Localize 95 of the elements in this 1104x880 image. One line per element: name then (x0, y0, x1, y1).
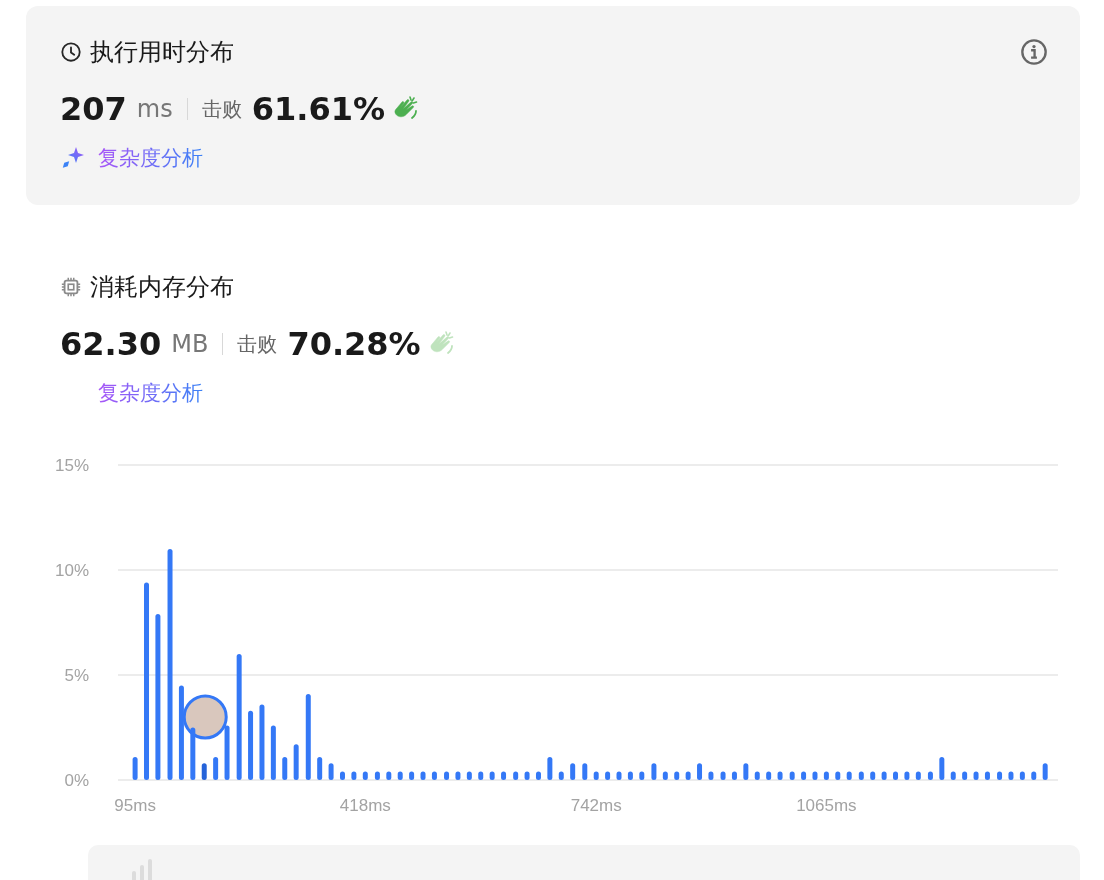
histogram-bar (328, 763, 334, 780)
histogram-bar (386, 771, 392, 780)
histogram-bar (444, 771, 450, 780)
y-axis-label: 5% (64, 666, 89, 685)
x-axis-label: 742ms (570, 796, 622, 815)
beats-percent: 61.61% (251, 90, 385, 128)
x-axis-label: 418ms (339, 796, 391, 815)
beats-label: 击败 (201, 95, 242, 123)
histogram-bar (535, 771, 541, 780)
histogram-bar (708, 771, 714, 780)
histogram-bar (374, 771, 380, 780)
y-axis-label: 15% (54, 456, 89, 475)
histogram-bar (547, 756, 553, 780)
histogram-bar (627, 771, 633, 780)
histogram-bar (1008, 771, 1014, 780)
beats-label: 击败 (237, 330, 278, 358)
histogram-bar (340, 771, 345, 780)
stat-value: 62.30 (60, 325, 162, 363)
histogram-bar (317, 756, 323, 780)
histogram-bar (213, 756, 219, 780)
histogram-bar (927, 771, 933, 780)
chip-icon (60, 276, 82, 298)
histogram-bar (858, 771, 864, 780)
histogram-bar (823, 771, 829, 780)
histogram-bar (190, 727, 196, 780)
histogram-bar (605, 771, 611, 780)
histogram-bar (789, 771, 795, 780)
histogram-bar (362, 771, 368, 780)
histogram-bar (997, 771, 1003, 780)
histogram-bar (812, 771, 818, 780)
histogram-bar (915, 771, 921, 780)
histogram-bar (720, 771, 726, 780)
histogram-bar (420, 771, 426, 780)
histogram-bar (984, 771, 990, 780)
histogram-bar (651, 763, 657, 780)
histogram-bar (939, 756, 945, 780)
y-axis-label: 0% (64, 771, 89, 790)
histogram-bar (431, 771, 437, 780)
histogram-bar (893, 771, 898, 780)
histogram-bar (501, 771, 507, 780)
histogram-bar (881, 771, 887, 780)
histogram-bar (466, 771, 472, 780)
histogram-bar (132, 756, 138, 780)
histogram-bar (397, 771, 403, 780)
y-axis-label: 10% (54, 561, 89, 580)
histogram-bar (524, 771, 530, 780)
clock-icon (60, 41, 82, 63)
histogram-bar (409, 771, 415, 780)
histogram-bar (293, 744, 299, 780)
histogram-bar (754, 771, 760, 780)
histogram-bar (593, 771, 599, 780)
histogram-bar (455, 771, 461, 780)
histogram-bar (950, 771, 956, 780)
histogram-bar (662, 771, 668, 780)
histogram-bar (282, 756, 288, 780)
info-icon[interactable] (1020, 38, 1048, 66)
histogram-bar (224, 725, 230, 780)
histogram-bar (1031, 771, 1037, 780)
x-axis-label: 1065ms (796, 796, 857, 815)
histogram-bar (270, 725, 276, 780)
histogram-bar (846, 771, 852, 780)
beats-percent: 70.28% (287, 325, 421, 363)
histogram-bar (962, 771, 968, 780)
stat-value: 207 (60, 90, 127, 128)
histogram-bar (351, 771, 357, 780)
histogram-bar (248, 710, 254, 780)
histogram-bar (1042, 763, 1048, 780)
histogram-bar (777, 771, 783, 780)
histogram-bar (835, 771, 841, 780)
histogram-bar (478, 771, 484, 780)
histogram-bar (766, 771, 772, 780)
histogram-bar (616, 771, 622, 780)
stat-unit: MB (171, 330, 209, 358)
x-axis-label: 95ms (114, 796, 156, 815)
histogram-bar (1019, 771, 1025, 780)
histogram-bar (904, 771, 910, 780)
histogram-bar (870, 771, 876, 780)
histogram-bar (685, 771, 691, 780)
avatar[interactable] (182, 694, 228, 740)
histogram-bar (558, 771, 564, 780)
histogram-bar (513, 771, 519, 780)
histogram-bar (570, 763, 576, 780)
histogram-bar (697, 763, 703, 780)
histogram-bar (743, 763, 749, 780)
histogram-bar (201, 763, 207, 780)
section-title: 执行用时分布 (90, 37, 234, 68)
stat-unit: ms (136, 95, 173, 123)
histogram-bar (731, 771, 737, 780)
histogram-bar (582, 763, 588, 780)
histogram-bar (489, 771, 495, 780)
section-title: 消耗内存分布 (90, 272, 234, 303)
histogram-bar (973, 771, 979, 780)
histogram-bar (801, 771, 807, 780)
histogram-bar (674, 771, 680, 780)
histogram-bar (639, 771, 645, 780)
